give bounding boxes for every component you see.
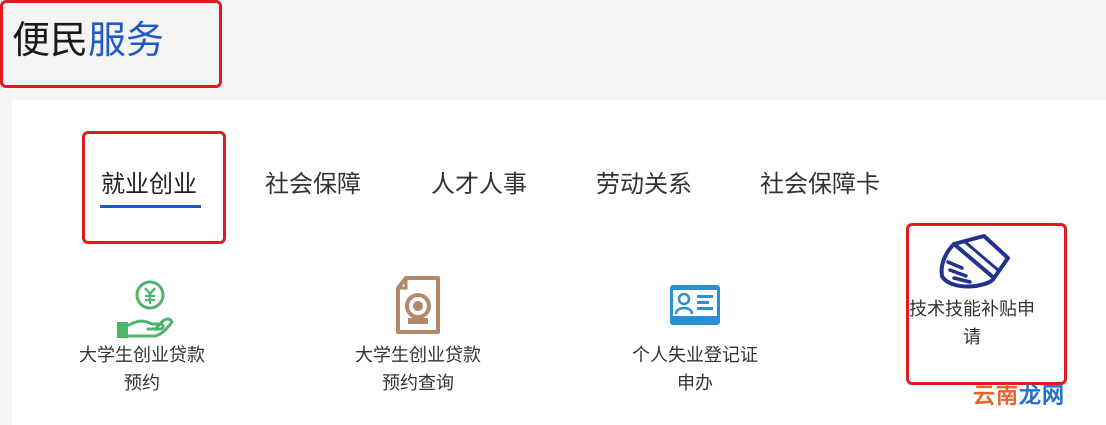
service-label: 大学生创业贷款 预约 (79, 345, 205, 394)
service-label: 个人失业登记证 申办 (632, 345, 758, 394)
id-card-icon (670, 285, 720, 325)
tab-social-security-card[interactable]: 社会保障卡 (760, 166, 880, 202)
highlight-box-service (906, 223, 1067, 385)
service-student-loan-appointment[interactable]: 大学生创业贷款 预约 (62, 270, 222, 400)
tab-labor-relations[interactable]: 劳动关系 (596, 166, 692, 202)
yuan-hand-icon (117, 280, 174, 338)
service-unemployment-registration[interactable]: 个人失业登记证 申办 (615, 270, 775, 400)
highlight-box-title (0, 0, 222, 88)
tab-social-security[interactable]: 社会保障 (265, 166, 361, 202)
tab-talent-personnel[interactable]: 人才人事 (431, 166, 527, 202)
service-student-loan-query[interactable]: 大学生创业贷款 预约查询 (338, 270, 498, 400)
watermark: 云南龙网 (973, 384, 1066, 409)
highlight-box-tab (82, 131, 226, 244)
service-label: 大学生创业贷款 预约查询 (355, 345, 481, 394)
document-search-icon (396, 276, 440, 334)
